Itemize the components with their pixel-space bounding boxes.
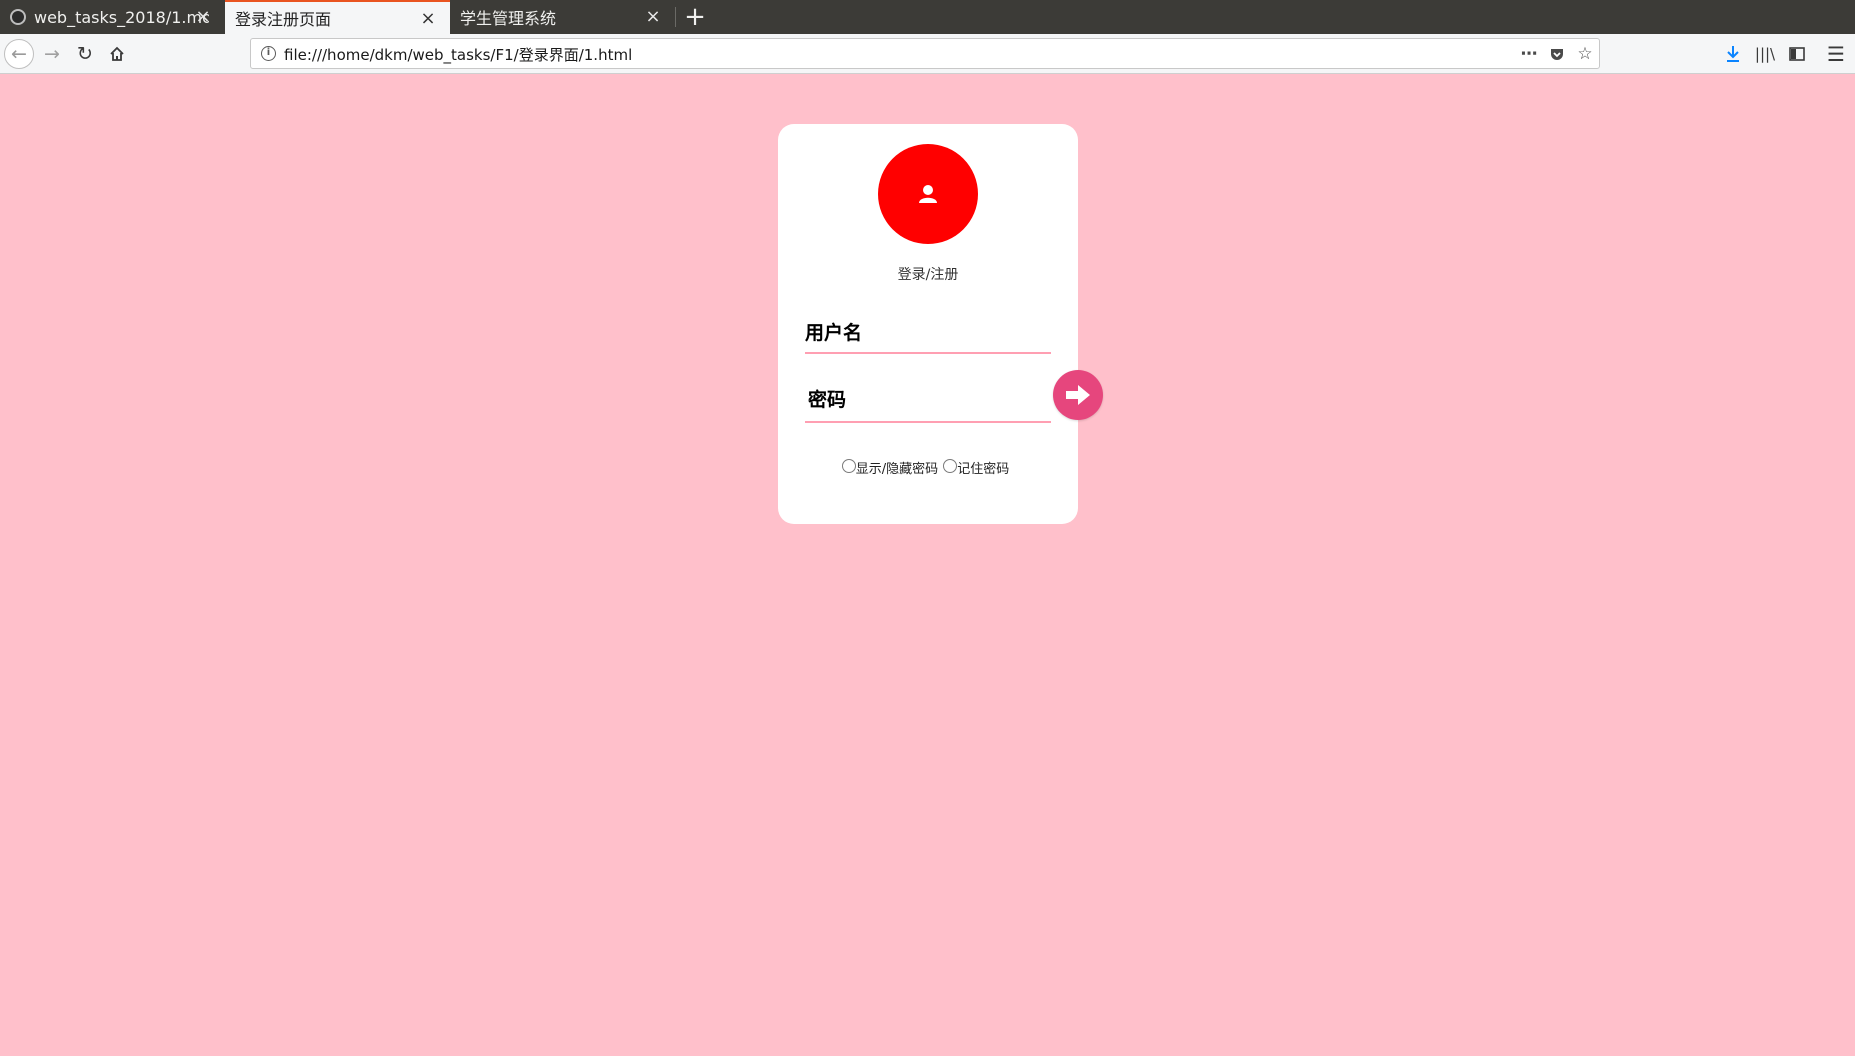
info-icon[interactable]: i	[261, 46, 276, 61]
login-options: 显示/隐藏密码 记住密码	[778, 458, 1078, 477]
new-tab-button[interactable]: +	[680, 2, 710, 32]
url-text[interactable]: file:///home/dkm/web_tasks/F1/登录界面/1.htm…	[284, 44, 632, 65]
remember-password-label: 记住密码	[957, 462, 1010, 477]
password-input[interactable]	[805, 379, 1051, 421]
remember-password-radio[interactable]	[943, 458, 958, 473]
library-icon[interactable]: |||\	[1751, 40, 1779, 68]
tab-separator	[675, 7, 676, 27]
tab-title: 学生管理系统	[460, 9, 557, 28]
tab-student-system[interactable]: 学生管理系统 ×	[450, 0, 675, 34]
tab-strip: web_tasks_2018/1.md a × 登录注册页面 × 学生管理系统 …	[0, 0, 1855, 34]
username-input[interactable]	[805, 314, 1051, 352]
close-tab-icon[interactable]: ×	[418, 9, 438, 29]
pocket-icon[interactable]	[1545, 42, 1569, 66]
show-password-radio[interactable]	[841, 458, 856, 473]
password-field	[805, 379, 1051, 423]
user-icon	[919, 185, 937, 203]
forward-button[interactable]: →	[38, 40, 66, 68]
close-tab-icon[interactable]: ×	[193, 7, 213, 27]
show-password-label: 显示/隐藏密码	[855, 462, 939, 477]
sidebar-icon[interactable]	[1783, 40, 1811, 68]
submit-button[interactable]	[1053, 370, 1103, 420]
download-icon[interactable]	[1719, 40, 1747, 68]
home-button[interactable]	[103, 40, 131, 68]
login-title: 登录/注册	[897, 267, 959, 283]
page-actions-icon[interactable]: ⋯	[1517, 42, 1541, 66]
tab-title: web_tasks_2018/1.md a	[34, 7, 209, 27]
tab-login-page[interactable]: 登录注册页面 ×	[225, 0, 450, 34]
back-button[interactable]: ←	[4, 39, 34, 69]
username-field	[805, 314, 1051, 354]
avatar	[878, 144, 978, 244]
tab-github[interactable]: web_tasks_2018/1.md a ×	[0, 0, 225, 34]
close-tab-icon[interactable]: ×	[643, 7, 663, 27]
github-icon	[10, 9, 26, 25]
arrow-right-icon	[1066, 385, 1090, 405]
login-card: 登录/注册 显示/隐藏密码 记住密码	[778, 124, 1103, 524]
reload-button[interactable]: ↻	[71, 40, 99, 68]
hamburger-menu-icon[interactable]: ☰	[1822, 40, 1850, 68]
bookmark-star-icon[interactable]: ☆	[1573, 42, 1597, 66]
home-icon	[110, 46, 124, 61]
address-bar[interactable]: i file:///home/dkm/web_tasks/F1/登录界面/1.h…	[250, 38, 1600, 69]
tab-title: 登录注册页面	[235, 10, 332, 29]
navigation-toolbar: ← → ↻ i file:///home/dkm/web_tasks/F1/登录…	[0, 34, 1855, 74]
